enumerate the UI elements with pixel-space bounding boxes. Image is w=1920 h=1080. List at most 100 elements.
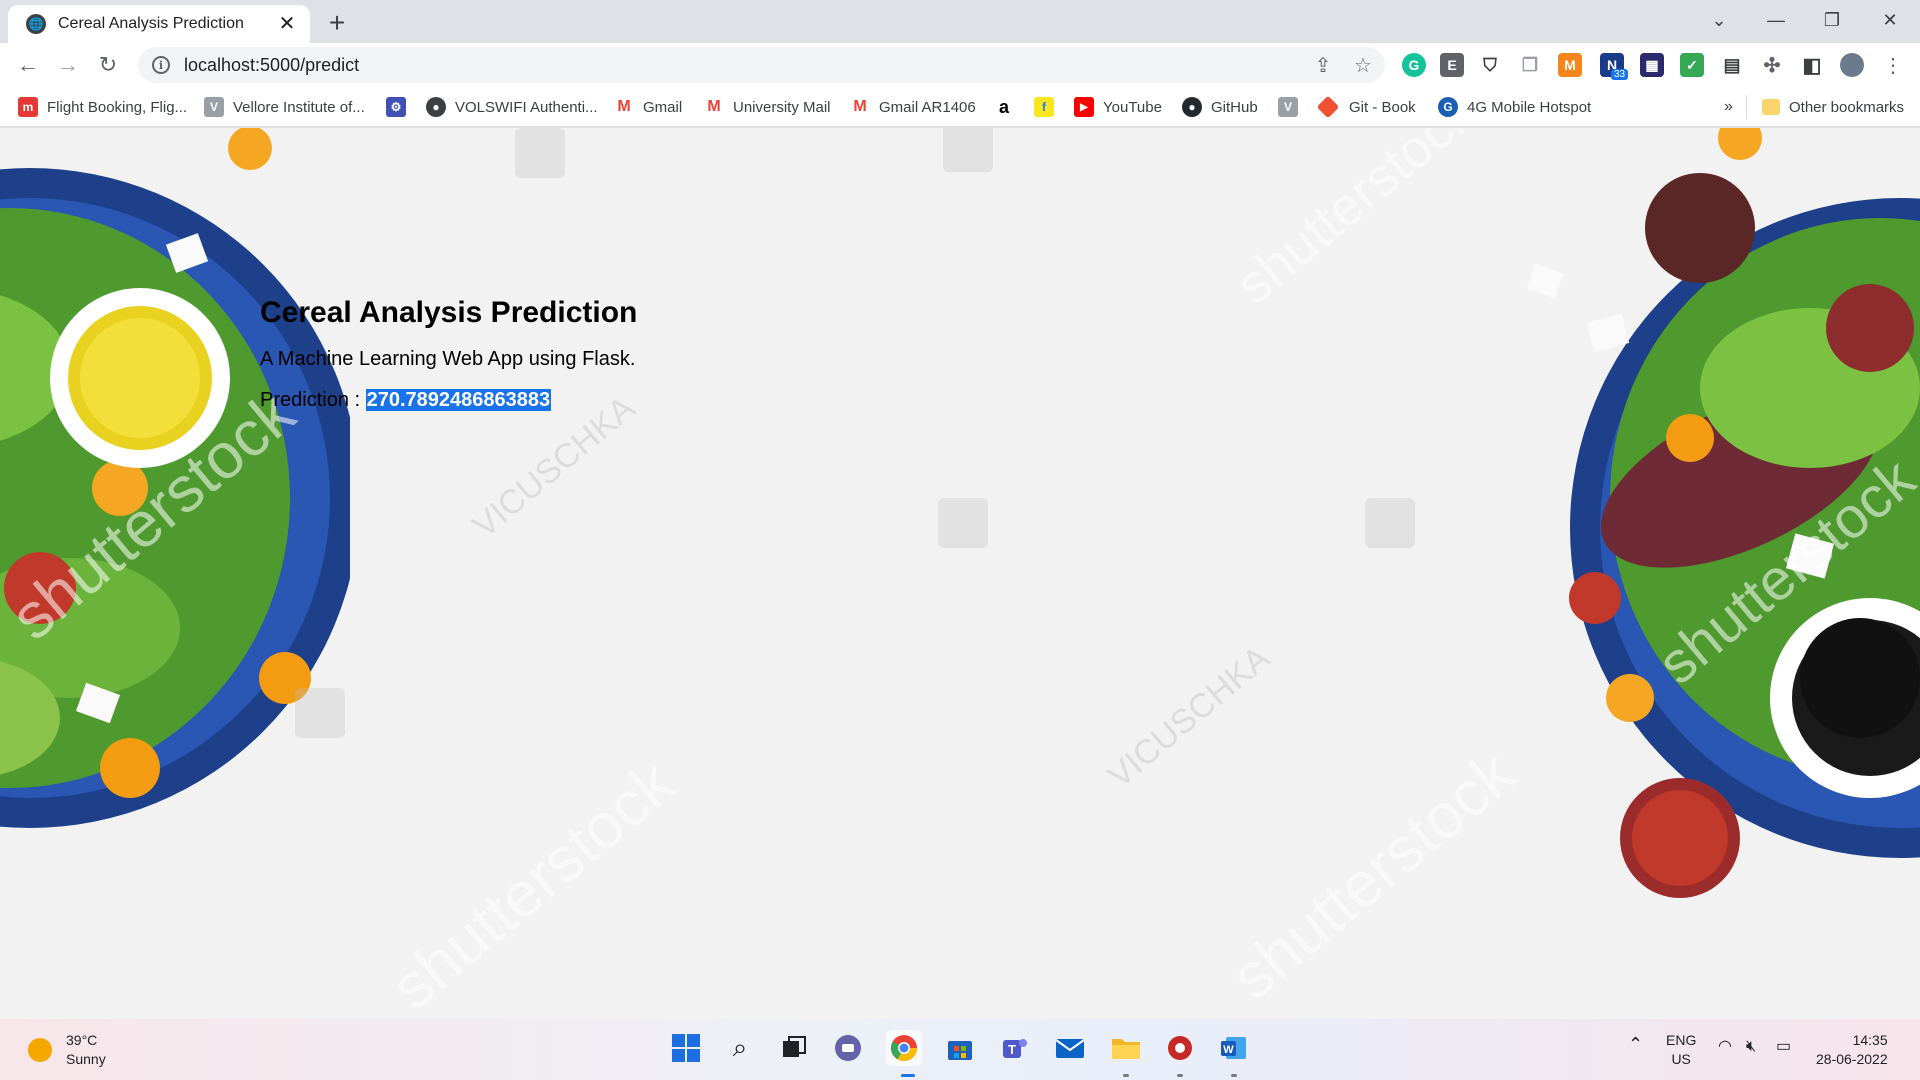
chrome-icon[interactable] — [886, 1030, 922, 1066]
maximize-button[interactable]: ❐ — [1804, 0, 1860, 40]
site-info-icon[interactable]: i — [152, 56, 170, 74]
task-view-icon[interactable] — [776, 1030, 812, 1066]
shield-extension-icon[interactable]: ✓ — [1680, 53, 1704, 77]
bookmark-flipkart[interactable]: f — [1034, 95, 1063, 119]
tab-strip: 🌐 Cereal Analysis Prediction ✕ + ⌄ — ❐ ✕ — [0, 0, 1920, 43]
gmail-icon: M — [850, 97, 870, 117]
bookmark-gmail-ar1406[interactable]: M Gmail AR1406 — [850, 95, 976, 119]
tab-title: Cereal Analysis Prediction — [58, 15, 244, 32]
salad-plate-right-image — [1526, 128, 1920, 898]
word-icon[interactable]: W — [1216, 1030, 1252, 1066]
menu-kebab-icon[interactable]: ⋮ — [1880, 52, 1906, 78]
app-running-indicator — [1177, 1074, 1183, 1077]
watermark-author: VICUSCHKA — [465, 388, 643, 546]
extension-e-icon[interactable]: E — [1440, 53, 1464, 77]
bookmarks-overflow-icon[interactable]: » — [1724, 95, 1733, 119]
amazon-icon: a — [994, 97, 1014, 117]
bookmark-volswifi[interactable]: ● VOLSWIFI Authenti... — [426, 95, 598, 119]
bookmark-flight-booking[interactable]: m Flight Booking, Flig... — [18, 95, 187, 119]
sun-icon — [28, 1038, 52, 1062]
watermark-author: VICUSCHKA — [1100, 638, 1278, 796]
profile-avatar[interactable] — [1840, 53, 1864, 77]
word-running-indicator — [1231, 1074, 1237, 1077]
volume-muted-icon[interactable]: 🔇︎ — [1746, 1037, 1756, 1056]
tab-active[interactable]: 🌐 Cereal Analysis Prediction ✕ — [8, 5, 310, 43]
gmail-icon: M — [614, 97, 634, 117]
minimize-button[interactable]: — — [1748, 0, 1804, 40]
window-close-button[interactable]: ✕ — [1862, 0, 1918, 40]
metamask-icon[interactable]: M — [1558, 53, 1582, 77]
bookmark-git-book[interactable]: Git - Book — [1316, 95, 1416, 119]
bookmark-vit-2[interactable]: ⚙ — [386, 95, 415, 119]
teams-icon[interactable]: T — [996, 1030, 1032, 1066]
side-panel-icon[interactable]: ◧ — [1800, 53, 1824, 77]
globe-icon: 🌐 — [26, 14, 46, 34]
bookmark-youtube[interactable]: ▶ YouTube — [1074, 95, 1162, 119]
pocket-icon[interactable]: ⛉ — [1478, 53, 1502, 77]
vit-icon: V — [1278, 97, 1298, 117]
mmt-icon: m — [18, 97, 38, 117]
bookmarks-divider — [1746, 95, 1747, 119]
file-explorer-icon[interactable] — [1108, 1030, 1144, 1066]
watermark-logo — [295, 688, 345, 738]
weather-desc: Sunny — [66, 1051, 106, 1067]
language-indicator[interactable]: ENG US — [1666, 1031, 1696, 1069]
page-title: Cereal Analysis Prediction — [260, 296, 638, 329]
bookmark-vit[interactable]: V Vellore Institute of... — [204, 95, 365, 119]
tray-chevron-icon[interactable]: ⌃ — [1628, 1035, 1643, 1054]
teams-chat-icon[interactable] — [830, 1030, 866, 1066]
main-content: Cereal Analysis Prediction A Machine Lea… — [260, 296, 637, 412]
bookmark-vit-3[interactable]: V — [1278, 95, 1307, 119]
wifi-icon[interactable]: ◠ — [1718, 1037, 1732, 1056]
svg-text:T: T — [1008, 1042, 1016, 1057]
clock[interactable]: 14:35 28-06-2022 — [1816, 1031, 1888, 1069]
page-subtitle: A Machine Learning Web App using Flask. — [260, 348, 636, 370]
address-bar[interactable]: i localhost:5000/predict — [138, 47, 1385, 83]
app-icon-red[interactable] — [1162, 1030, 1198, 1066]
folder-icon — [1762, 99, 1780, 115]
reload-icon[interactable]: ↻ — [92, 49, 124, 81]
tab-search-icon[interactable]: ⌄ — [1691, 0, 1747, 40]
new-tab-button[interactable]: + — [322, 8, 352, 38]
vit-crest-icon: ⚙ — [386, 97, 406, 117]
calendar-extension-icon[interactable]: ▤ — [1720, 53, 1744, 77]
globe-icon: ● — [426, 97, 446, 117]
tab-close-icon[interactable]: ✕ — [276, 13, 298, 35]
github-icon: ● — [1182, 97, 1202, 117]
back-icon[interactable]: ← — [12, 49, 44, 81]
extensions-puzzle-icon[interactable]: ✣ — [1760, 53, 1784, 77]
grammarly-icon[interactable]: G — [1402, 53, 1426, 77]
battery-icon[interactable]: ▭ — [1776, 1037, 1791, 1056]
prediction-label: Prediction : — [260, 389, 366, 411]
weather-widget[interactable]: 39°C Sunny — [28, 1031, 106, 1069]
gmail-icon: M — [704, 97, 724, 117]
watermark-logo — [938, 498, 988, 548]
flipkart-icon: f — [1034, 97, 1054, 117]
watermark-logo — [515, 128, 565, 178]
bookmarks-bar: m Flight Booking, Flig... V Vellore Inst… — [0, 87, 1920, 127]
forward-icon[interactable]: → — [52, 49, 84, 81]
mail-icon[interactable] — [1052, 1030, 1088, 1066]
vit-icon: V — [204, 97, 224, 117]
extension-badge: 33 — [1611, 69, 1629, 80]
watermark-logo — [1365, 498, 1415, 548]
svg-text:W: W — [1223, 1044, 1234, 1056]
bookmark-4g-hotspot[interactable]: G 4G Mobile Hotspot — [1438, 95, 1591, 119]
share-icon[interactable]: ⇪ — [1310, 52, 1336, 78]
hotspot-icon: G — [1438, 97, 1458, 117]
prediction-value[interactable]: 270.7892486863883 — [365, 389, 552, 411]
git-icon — [1316, 95, 1340, 119]
url-text[interactable]: localhost:5000/predict — [184, 55, 359, 76]
bookmark-github[interactable]: ● GitHub — [1182, 95, 1258, 119]
copy-extension-icon[interactable]: ❐ — [1518, 53, 1542, 77]
bookmark-university-mail[interactable]: M University Mail — [704, 95, 831, 119]
bookmark-amazon[interactable]: a — [994, 95, 1023, 119]
start-windows-icon[interactable] — [668, 1030, 704, 1066]
bookmark-star-icon[interactable]: ☆ — [1350, 52, 1376, 78]
extension-dark-icon[interactable]: ▦ — [1640, 53, 1664, 77]
microsoft-store-icon[interactable] — [942, 1030, 978, 1066]
other-bookmarks[interactable]: Other bookmarks — [1762, 95, 1904, 119]
bookmark-gmail[interactable]: M Gmail — [614, 95, 682, 119]
search-icon[interactable]: ⌕ — [722, 1030, 758, 1066]
salad-plate-left-image — [0, 128, 350, 828]
